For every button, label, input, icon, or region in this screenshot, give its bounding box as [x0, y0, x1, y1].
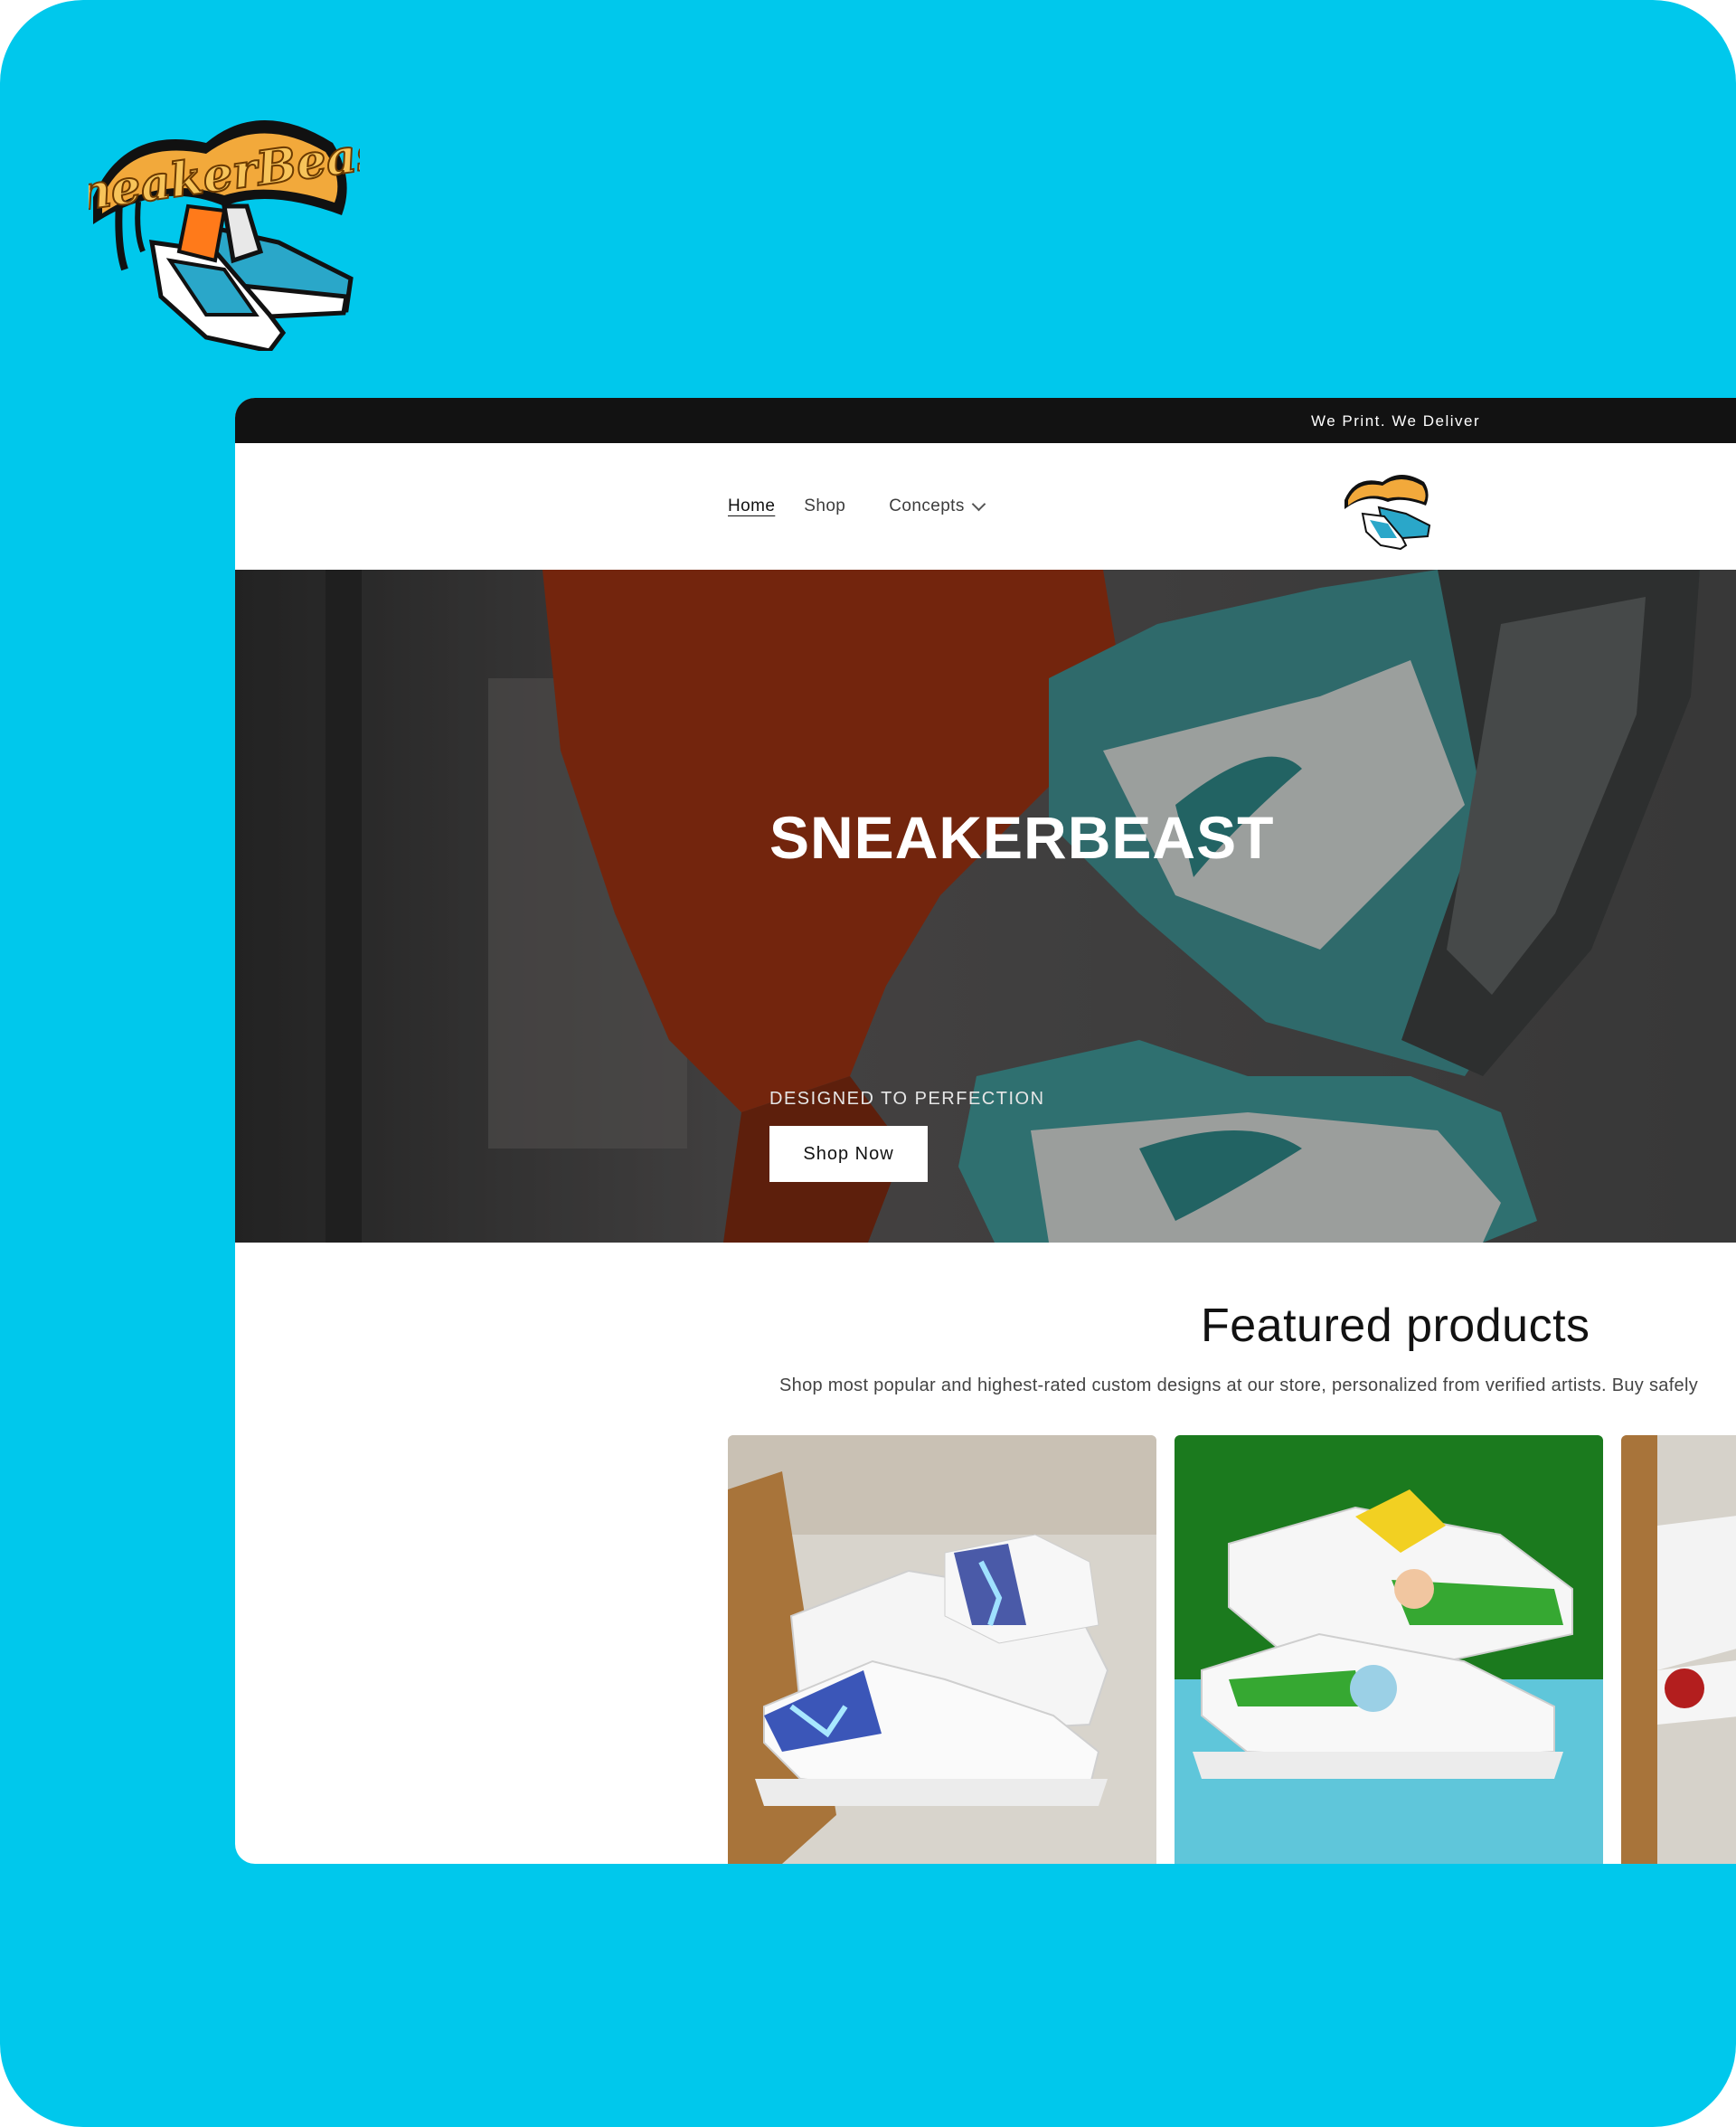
hero-title: SNEAKERBEAST: [769, 804, 1275, 871]
announcement-text: We Print. We Deliver: [1311, 412, 1481, 430]
hero-background-image: [235, 570, 1736, 1243]
announcement-bar: We Print. We Deliver: [235, 398, 1736, 443]
featured-subtitle: Shop most popular and highest-rated cust…: [779, 1375, 1699, 1395]
hero-banner: SNEAKERBEAST DESIGNED TO PERFECTION Shop…: [235, 570, 1736, 1243]
product-image: [1175, 1435, 1603, 1864]
browser-window: We Print. We Deliver Home Shop Concepts: [235, 398, 1736, 1864]
featured-header: Featured products: [1201, 1299, 1590, 1353]
product-card[interactable]: [1175, 1435, 1603, 1864]
product-card[interactable]: [728, 1435, 1156, 1864]
promo-canvas: SneakerBeast We Print. We Deliver Home S…: [0, 0, 1736, 2127]
nav-concepts-dropdown[interactable]: Concepts: [889, 496, 986, 516]
site-header: Home Shop Concepts: [235, 443, 1736, 570]
main-nav: Home Shop Concepts: [728, 496, 986, 516]
hero-subtitle: DESIGNED TO PERFECTION: [769, 1089, 1045, 1109]
header-logo[interactable]: [1343, 464, 1433, 551]
shop-now-button[interactable]: Shop Now: [769, 1126, 928, 1182]
sneakerbeast-logo: SneakerBeast: [39, 89, 409, 354]
product-card[interactable]: [1621, 1435, 1736, 1864]
nav-home-link[interactable]: Home: [728, 496, 775, 516]
nav-shop-link[interactable]: Shop: [804, 496, 845, 516]
product-image: [1621, 1435, 1736, 1864]
nav-concepts-label: Concepts: [889, 496, 965, 515]
product-image: [728, 1435, 1156, 1864]
chevron-down-icon: [971, 496, 986, 511]
featured-title: Featured products: [1201, 1300, 1590, 1352]
